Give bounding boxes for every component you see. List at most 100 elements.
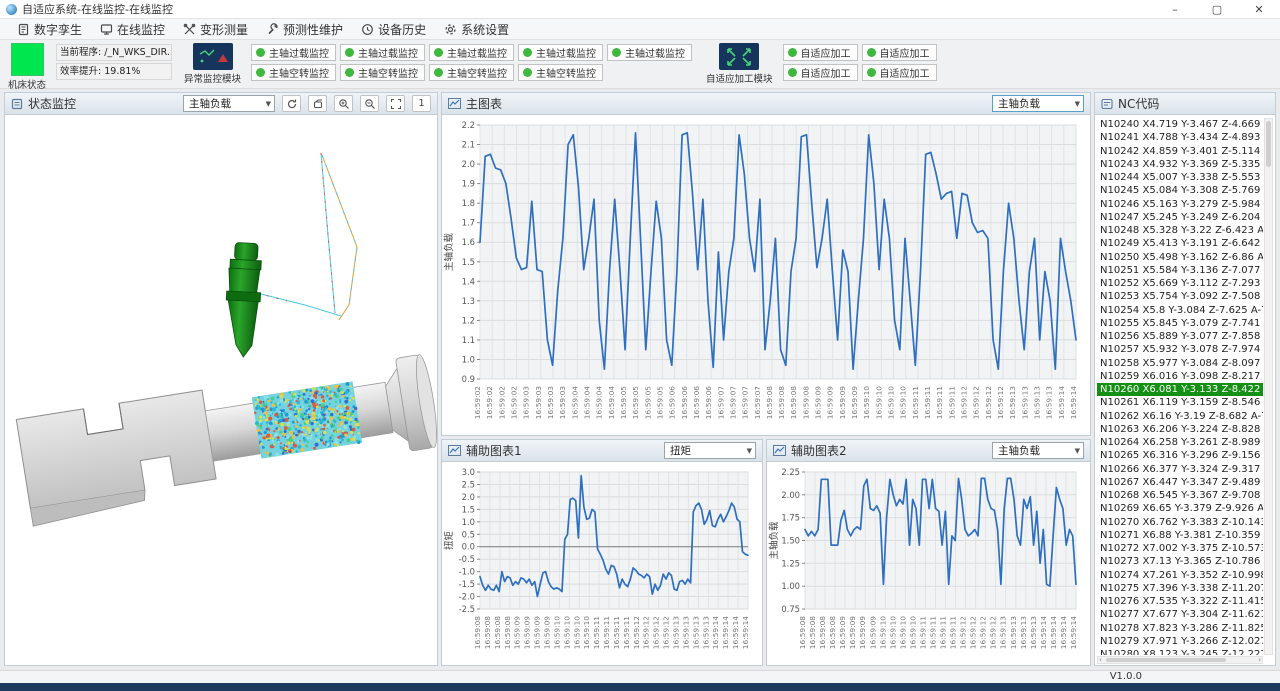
spindle-idle-monitor-button-1[interactable]: 主轴空转监控 — [251, 64, 336, 81]
nc-row[interactable]: N10246 X5.163 Y-3.279 Z-5.984 A-74.892 — [1097, 198, 1263, 211]
aux1-chart-plot[interactable]: 16:59:0816:59:0816:59:0816:59:0816:59:09… — [442, 462, 762, 665]
nc-row[interactable]: N10245 X5.084 Y-3.308 Z-5.769 A-75.088 — [1097, 184, 1263, 197]
menu-item-1[interactable]: 数字孪生 — [8, 19, 91, 40]
maximize-button[interactable]: ▢ — [1196, 0, 1238, 19]
status-signal-select[interactable]: 主轴负载▼ — [183, 95, 275, 112]
adaptive-machining-button-b-1[interactable]: 自适应加工 — [783, 64, 858, 81]
nc-row[interactable]: N10261 X6.119 Y-3.159 Z-8.546 A-72.701 — [1097, 396, 1263, 409]
nc-row[interactable]: N10264 X6.258 Y-3.261 Z-8.989 A-72.072 — [1097, 436, 1263, 449]
nc-row[interactable]: N10256 X5.889 Y-3.077 Z-7.858 A-73.348 — [1097, 330, 1263, 343]
nc-row[interactable]: N10257 X5.932 Y-3.078 Z-7.974 A-73.243 — [1097, 343, 1263, 356]
nc-row[interactable]: N10254 X5.8 Y-3.084 Z-7.625 A-73.571 C — [1097, 304, 1263, 317]
nc-row[interactable]: N10280 X8.123 Y-3.245 Z-12.227 A-62.23 — [1097, 648, 1263, 655]
spindle-idle-monitor-button-4[interactable]: 主轴空转监控 — [518, 64, 603, 81]
nc-row[interactable]: N10272 X7.002 Y-3.375 Z-10.573 A-68.05 — [1097, 542, 1263, 555]
nc-row[interactable]: N10266 X6.377 Y-3.324 Z-9.317 A-71.443 — [1097, 463, 1263, 476]
nc-row-selected[interactable]: N10260 X6.081 Y-3.133 Z-8.422 A-72.835 — [1097, 383, 1263, 396]
nc-row[interactable]: N10274 X7.261 Y-3.352 Z-10.998 A-66.67 — [1097, 569, 1263, 582]
spindle-overload-monitor-button-3[interactable]: 主轴过载监控 — [429, 44, 514, 61]
nc-row[interactable]: N10271 X6.88 Y-3.381 Z-10.359 A-68.711 — [1097, 529, 1263, 542]
spindle-overload-monitor-button-2[interactable]: 主轴过载监控 — [340, 44, 425, 61]
svg-text:16:59:07: 16:59:07 — [741, 386, 750, 419]
nc-row[interactable]: N10262 X6.16 Y-3.19 Z-8.682 A-72.534 C — [1097, 410, 1263, 423]
svg-text:16:59:10: 16:59:10 — [888, 616, 897, 649]
svg-text:16:59:13: 16:59:13 — [1008, 386, 1017, 419]
menu-item-5[interactable]: 设备历史 — [352, 19, 435, 40]
svg-text:16:59:10: 16:59:10 — [552, 616, 561, 649]
nc-row[interactable]: N10273 X7.13 Y-3.365 Z-10.786 A-67.372 — [1097, 555, 1263, 568]
nc-row[interactable]: N10279 X7.971 Y-3.266 Z-12.027 A-62.98 — [1097, 635, 1263, 648]
nc-row[interactable]: N10243 X4.932 Y-3.369 Z-5.335 A-75.523 — [1097, 158, 1263, 171]
nc-horizontal-scrollbar[interactable]: ‹› — [1097, 656, 1263, 664]
menu-item-2[interactable]: 在线监控 — [91, 19, 174, 40]
anomaly-module-icon[interactable] — [193, 43, 233, 70]
minimize-button[interactable]: – — [1154, 0, 1196, 19]
nc-vertical-scrollbar[interactable] — [1264, 118, 1273, 655]
svg-text:16:59:08: 16:59:08 — [503, 616, 512, 649]
svg-text:16:59:08: 16:59:08 — [808, 616, 817, 649]
nc-row[interactable]: N10277 X7.677 Y-3.304 Z-11.621 A-64.48 — [1097, 608, 1263, 621]
nc-row[interactable]: N10249 X5.413 Y-3.191 Z-6.642 A-74.346 — [1097, 237, 1263, 250]
spindle-idle-monitor-button-3[interactable]: 主轴空转监控 — [429, 64, 514, 81]
nc-row[interactable]: N10244 X5.007 Y-3.338 Z-5.553 A-75.297 — [1097, 171, 1263, 184]
chevron-down-icon: ▼ — [1075, 100, 1080, 108]
svg-text:0.5: 0.5 — [462, 529, 475, 539]
workpiece-3d-model — [5, 115, 437, 665]
nc-row[interactable]: N10248 X5.328 Y-3.22 Z-6.423 A-74.52 C — [1097, 224, 1263, 237]
rotate-view-button[interactable] — [282, 95, 301, 112]
aux1-signal-select[interactable]: 扭矩▼ — [664, 442, 756, 459]
zoom-in-icon[interactable] — [334, 95, 353, 112]
nc-row[interactable]: N10247 X5.245 Y-3.249 Z-6.204 A-74.701 — [1097, 211, 1263, 224]
nc-row[interactable]: N10242 X4.859 Y-3.401 Z-5.114 A-75.775 — [1097, 145, 1263, 158]
nc-row[interactable]: N10253 X5.754 Y-3.092 Z-7.508 A-73.677 — [1097, 290, 1263, 303]
machine-3d-viewport[interactable] — [5, 115, 437, 665]
main-chart-signal-select[interactable]: 主轴负载▼ — [992, 95, 1084, 112]
status-dot-icon — [256, 48, 265, 57]
spindle-overload-monitor-button-5[interactable]: 主轴过载监控 — [607, 44, 692, 61]
nc-row[interactable]: N10250 X5.498 Y-3.162 Z-6.86 A-74.178 ( — [1097, 251, 1263, 264]
spindle-overload-monitor-button-4[interactable]: 主轴过载监控 — [518, 44, 603, 61]
deform-measure-icon — [183, 23, 196, 36]
nc-row[interactable]: N10255 X5.845 Y-3.079 Z-7.741 A-73.458 — [1097, 317, 1263, 330]
svg-text:16:59:14: 16:59:14 — [1057, 386, 1066, 419]
nc-row[interactable]: N10270 X6.762 Y-3.383 Z-10.143 A-69.34 — [1097, 516, 1263, 529]
nc-row[interactable]: N10251 X5.584 Y-3.136 Z-7.077 A-74.012 — [1097, 264, 1263, 277]
fit-view-button[interactable] — [386, 95, 405, 112]
close-button[interactable]: ✕ — [1238, 0, 1280, 19]
svg-text:16:59:11: 16:59:11 — [612, 616, 621, 649]
aux2-chart-plot[interactable]: 16:59:0816:59:0816:59:0816:59:0816:59:09… — [767, 462, 1090, 665]
nc-row[interactable]: N10252 X5.669 Y-3.112 Z-7.293 A-73.844 — [1097, 277, 1263, 290]
svg-text:16:59:09: 16:59:09 — [858, 616, 867, 649]
adaptive-machining-button-b-2[interactable]: 自适应加工 — [862, 64, 937, 81]
nc-row[interactable]: N10267 X6.447 Y-3.347 Z-9.489 A-71.055 — [1097, 476, 1263, 489]
nc-row[interactable]: N10269 X6.65 Y-3.379 Z-9.926 A-69.947 ( — [1097, 502, 1263, 515]
nc-row[interactable]: N10276 X7.535 Y-3.322 Z-11.415 A-65.22 — [1097, 595, 1263, 608]
aux2-signal-select[interactable]: 主轴负载▼ — [992, 442, 1084, 459]
nc-row[interactable]: N10259 X6.016 Y-3.098 Z-8.217 A-73.036 — [1097, 370, 1263, 383]
nc-row[interactable]: N10265 X6.316 Y-3.296 Z-9.156 A-71.771 — [1097, 449, 1263, 462]
svg-text:16:59:08: 16:59:08 — [473, 616, 482, 649]
nc-row[interactable]: N10240 X4.719 Y-3.467 Z-4.669 A-76.396 — [1097, 118, 1263, 131]
svg-text:16:59:04: 16:59:04 — [570, 386, 579, 419]
menu-item-6[interactable]: 系统设置 — [435, 19, 518, 40]
adaptive-machining-button-1[interactable]: 自适应加工 — [783, 44, 858, 61]
adaptive-module-label: 自适应加工模块 — [706, 71, 773, 85]
svg-text:1.5: 1.5 — [462, 257, 475, 267]
adaptive-module-icon[interactable] — [719, 43, 759, 70]
nc-row[interactable]: N10275 X7.396 Y-3.338 Z-11.207 A-65.95 — [1097, 582, 1263, 595]
menu-item-3[interactable]: 变形测量 — [174, 19, 257, 40]
svg-text:16:59:11: 16:59:11 — [947, 386, 956, 419]
spindle-overload-monitor-button-1[interactable]: 主轴过载监控 — [251, 44, 336, 61]
reset-view-button[interactable]: 1 — [412, 95, 431, 112]
main-chart-plot[interactable]: 16:59:0216:59:0216:59:0216:59:0216:59:03… — [442, 115, 1090, 435]
menu-item-4[interactable]: 预测性维护 — [257, 19, 352, 40]
nc-row[interactable]: N10278 X7.823 Y-3.286 Z-11.825 A-63.73 — [1097, 622, 1263, 635]
zoom-out-icon[interactable] — [360, 95, 379, 112]
spindle-idle-monitor-button-2[interactable]: 主轴空转监控 — [340, 64, 425, 81]
nc-row[interactable]: N10241 X4.788 Y-3.434 Z-4.893 A-76.062 — [1097, 131, 1263, 144]
nc-row[interactable]: N10268 X6.545 Y-3.367 Z-9.708 A-70.519 — [1097, 489, 1263, 502]
pan-view-button[interactable] — [308, 95, 327, 112]
nc-row[interactable]: N10258 X5.977 Y-3.084 Z-8.097 A-73.138 — [1097, 357, 1263, 370]
nc-row[interactable]: N10263 X6.206 Y-3.224 Z-8.828 A-72.33 ( — [1097, 423, 1263, 436]
adaptive-machining-button-2[interactable]: 自适应加工 — [862, 44, 937, 61]
